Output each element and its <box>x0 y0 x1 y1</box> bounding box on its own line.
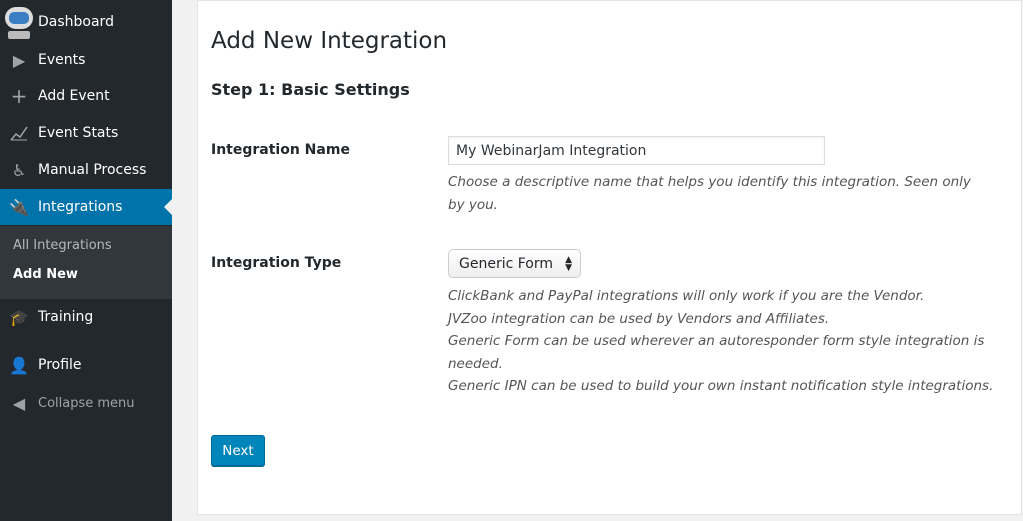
sidebar-label: Manual Process <box>38 162 147 178</box>
integration-type-select[interactable]: Generic Form ▲ ▼ <box>448 249 581 278</box>
step-heading: Step 1: Basic Settings <box>211 80 410 99</box>
submenu-all-integrations[interactable]: All Integrations <box>13 238 112 253</box>
desc-line: Generic IPN can be used to build your ow… <box>448 378 994 394</box>
graduation-cap-icon: 🎓 <box>9 307 29 327</box>
sidebar-label: Events <box>38 52 86 68</box>
desc-line: ClickBank and PayPal integrations will o… <box>448 288 925 304</box>
sidebar-label: Profile <box>38 357 82 373</box>
integration-name-input[interactable] <box>448 136 825 165</box>
sidebar-item-manual-process[interactable]: ♿ Manual Process <box>0 152 172 188</box>
selected-value: Generic Form <box>459 255 554 272</box>
sidebar-label: Event Stats <box>38 125 119 141</box>
collapse-arrow-icon: ◀ <box>12 393 26 413</box>
sidebar-item-event-stats[interactable]: Event Stats <box>0 115 172 151</box>
submenu-add-new[interactable]: Add New <box>13 267 78 282</box>
collapse-menu-button[interactable]: ◀ Collapse menu <box>0 385 172 421</box>
select-arrows-icon: ▲ ▼ <box>565 254 572 273</box>
chart-line-icon <box>0 125 38 141</box>
video-play-icon: ▶ <box>12 50 26 70</box>
sidebar-label: Integrations <box>38 199 123 215</box>
desc-line: Generic Form can be used wherever an aut… <box>448 333 985 372</box>
user-icon: 👤 <box>9 355 29 375</box>
sidebar-item-training[interactable]: 🎓 Training <box>0 299 172 335</box>
integration-type-description: ClickBank and PayPal integrations will o… <box>448 285 994 398</box>
desc-line: JVZoo integration can be used by Vendors… <box>448 310 830 327</box>
content-panel: Add New Integration Step 1: Basic Settin… <box>197 0 1022 515</box>
page-title: Add New Integration <box>211 28 448 54</box>
plus-icon: + <box>10 84 28 108</box>
integration-name-label: Integration Name <box>211 142 350 158</box>
integrations-submenu: All Integrations Add New <box>0 226 172 299</box>
sidebar-item-dashboard[interactable]: Dashboard <box>0 4 172 40</box>
universal-access-icon: ♿ <box>11 160 27 180</box>
plug-icon: 🔌 <box>9 197 29 217</box>
integration-type-label: Integration Type <box>211 255 342 271</box>
sidebar-item-add-event[interactable]: + Add Event <box>0 78 172 114</box>
sidebar-item-profile[interactable]: 👤 Profile <box>0 347 172 383</box>
sidebar-label: Dashboard <box>38 14 114 30</box>
admin-sidebar: Dashboard ▶ Events + Add Event Event Stats… <box>0 0 172 521</box>
next-button[interactable]: Next <box>211 435 265 466</box>
sidebar-label: Training <box>38 309 94 325</box>
sidebar-item-integrations[interactable]: 🔌 Integrations <box>0 189 172 225</box>
integration-name-description: Choose a descriptive name that helps you… <box>448 174 971 213</box>
robot-logo-icon <box>0 3 38 41</box>
sidebar-label: Collapse menu <box>38 395 135 411</box>
sidebar-label: Add Event <box>38 88 110 104</box>
sidebar-item-events[interactable]: ▶ Events <box>0 42 172 78</box>
